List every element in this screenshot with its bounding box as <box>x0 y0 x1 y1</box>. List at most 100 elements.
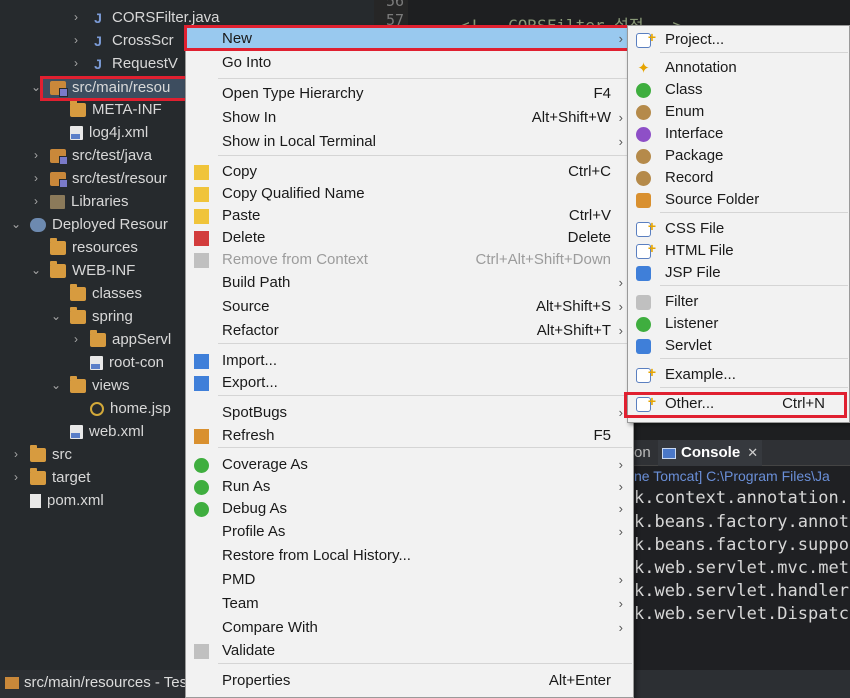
submenu-item-jsp-file[interactable]: JSP File <box>628 262 849 284</box>
tree-item[interactable]: ⌄ spring <box>50 305 133 328</box>
tree-item-label: CrossScr <box>112 32 174 49</box>
menu-item-delete[interactable]: Delete Delete <box>186 227 633 250</box>
tree-item[interactable]: › J CrossScr <box>70 29 174 52</box>
submenu-item-example[interactable]: Example... <box>628 361 849 386</box>
menu-item-show-in-local-terminal[interactable]: Show in Local Terminal › <box>186 131 633 154</box>
chevron-right-icon: › <box>618 479 623 494</box>
copy-icon <box>194 187 209 202</box>
menu-item-properties[interactable]: Properties Alt+Enter <box>186 670 633 693</box>
chevron-right-icon[interactable]: › <box>30 144 42 167</box>
tree-item-label: views <box>92 377 130 394</box>
console-output-line: k.web.servlet.mvc.meth <box>634 558 850 578</box>
submenu-item-servlet[interactable]: Servlet <box>628 335 849 357</box>
menu-separator <box>660 285 848 286</box>
chevron-right-icon[interactable]: › <box>70 29 82 52</box>
tree-item[interactable]: classes <box>50 282 142 305</box>
menu-item-restore-from-local-history[interactable]: Restore from Local History... <box>186 545 633 568</box>
submenu-item-html-file[interactable]: HTML File <box>628 237 849 262</box>
chevron-down-icon[interactable]: ⌄ <box>50 305 62 328</box>
menu-item-shortcut: F4 <box>593 85 611 102</box>
menu-item-go-into[interactable]: Go Into <box>186 52 633 75</box>
validate-icon <box>194 644 209 659</box>
submenu-item-record[interactable]: Record <box>628 167 849 189</box>
chevron-right-icon: › <box>618 299 623 314</box>
submenu-item-label: HTML File <box>665 242 734 259</box>
tree-item[interactable]: › src/test/resour <box>30 167 167 190</box>
submenu-item-class[interactable]: Class <box>628 79 849 101</box>
menu-item-label: Import... <box>222 352 278 369</box>
tab-console[interactable]: Console ✕ <box>658 440 763 466</box>
chevron-right-icon[interactable]: › <box>30 190 42 213</box>
submenu-item-listener[interactable]: Listener <box>628 313 849 335</box>
menu-item-show-in[interactable]: Show In Alt+Shift+W › <box>186 107 633 130</box>
tree-item[interactable]: home.jsp <box>70 397 171 420</box>
tree-item-label: appServl <box>112 331 172 348</box>
tree-item[interactable]: › src <box>10 443 72 466</box>
tree-item[interactable]: ⌄ views <box>50 374 130 397</box>
chevron-right-icon[interactable]: › <box>30 167 42 190</box>
submenu-item-annotation[interactable]: ✦ Annotation <box>628 57 849 79</box>
menu-item-copy-qualified-name[interactable]: Copy Qualified Name <box>186 183 633 206</box>
menu-item-pmd[interactable]: PMD › <box>186 569 633 592</box>
menu-item-spotbugs[interactable]: SpotBugs › <box>186 402 633 425</box>
submenu-item-label: Class <box>665 81 703 98</box>
console-process-description: ne Tomcat] C:\Program Files\Ja <box>634 468 830 484</box>
tree-item[interactable]: pom.xml <box>10 489 104 512</box>
submenu-item-source-folder[interactable]: Source Folder <box>628 189 849 211</box>
menu-item-refactor[interactable]: Refactor Alt+Shift+T › <box>186 320 633 343</box>
chevron-right-icon[interactable]: › <box>70 52 82 75</box>
chevron-right-icon[interactable]: › <box>70 328 82 351</box>
menu-item-team[interactable]: Team › <box>186 593 633 616</box>
submenu-item-filter[interactable]: Filter <box>628 291 849 313</box>
menu-item-run-as[interactable]: Run As › <box>186 476 633 499</box>
menu-item-refresh[interactable]: Refresh F5 <box>186 425 633 448</box>
source-folder-icon <box>50 171 68 188</box>
chevron-down-icon[interactable]: ⌄ <box>30 76 42 99</box>
menu-item-paste[interactable]: Paste Ctrl+V <box>186 205 633 228</box>
tree-item[interactable]: ⌄ Deployed Resour <box>10 213 168 236</box>
submenu-item-label: Enum <box>665 103 705 120</box>
close-icon[interactable]: ✕ <box>747 440 758 466</box>
tree-item-label: Deployed Resour <box>52 216 168 233</box>
menu-item-new[interactable]: New › <box>186 28 633 51</box>
chevron-right-icon[interactable]: › <box>10 466 22 489</box>
tree-item[interactable]: › target <box>10 466 90 489</box>
chevron-right-icon[interactable]: › <box>10 443 22 466</box>
tree-item[interactable]: web.xml <box>50 420 144 443</box>
submenu-item-css-file[interactable]: CSS File <box>628 215 849 240</box>
chevron-down-icon[interactable]: ⌄ <box>10 213 22 236</box>
menu-item-coverage-as[interactable]: Coverage As › <box>186 454 633 477</box>
chevron-down-icon[interactable]: ⌄ <box>50 374 62 397</box>
chevron-right-icon: › <box>618 620 623 635</box>
chevron-right-icon[interactable]: › <box>70 6 82 29</box>
menu-item-export[interactable]: Export... <box>186 372 633 395</box>
menu-item-open-type-hierarchy[interactable]: Open Type Hierarchy F4 <box>186 83 633 106</box>
tree-item[interactable]: resources <box>30 236 138 259</box>
menu-item-import[interactable]: Import... <box>186 350 633 373</box>
tree-item[interactable]: › appServl <box>70 328 171 351</box>
submenu-item-package[interactable]: Package <box>628 145 849 167</box>
submenu-item-project[interactable]: Project... <box>628 26 849 51</box>
tree-item[interactable]: › Libraries <box>30 190 129 213</box>
tree-item[interactable]: ⌄ WEB-INF <box>30 259 135 282</box>
tree-item[interactable]: ⌄ src/main/resou <box>30 76 170 99</box>
tree-item[interactable]: META-INF <box>50 98 162 121</box>
tree-item-label: Libraries <box>71 193 129 210</box>
tree-item[interactable]: log4j.xml <box>50 121 148 144</box>
tree-item[interactable]: › src/test/java <box>30 144 152 167</box>
menu-item-profile-as[interactable]: Profile As › <box>186 521 633 544</box>
tree-item[interactable]: root-con <box>70 351 164 374</box>
submenu-item-other[interactable]: Other... Ctrl+N <box>628 390 849 415</box>
new-project-icon <box>636 26 656 48</box>
menu-item-copy[interactable]: Copy Ctrl+C <box>186 161 633 184</box>
submenu-item-interface[interactable]: Interface <box>628 123 849 145</box>
menu-item-debug-as[interactable]: Debug As › <box>186 498 633 521</box>
menu-item-compare-with[interactable]: Compare With › <box>186 617 633 640</box>
menu-item-source[interactable]: Source Alt+Shift+S › <box>186 296 633 319</box>
menu-item-build-path[interactable]: Build Path › <box>186 272 633 295</box>
tree-item[interactable]: › J RequestV <box>70 52 178 75</box>
submenu-item-enum[interactable]: Enum <box>628 101 849 123</box>
chevron-down-icon[interactable]: ⌄ <box>30 259 42 282</box>
menu-item-validate[interactable]: Validate <box>186 640 633 663</box>
tab-previous[interactable]: on <box>634 440 651 466</box>
